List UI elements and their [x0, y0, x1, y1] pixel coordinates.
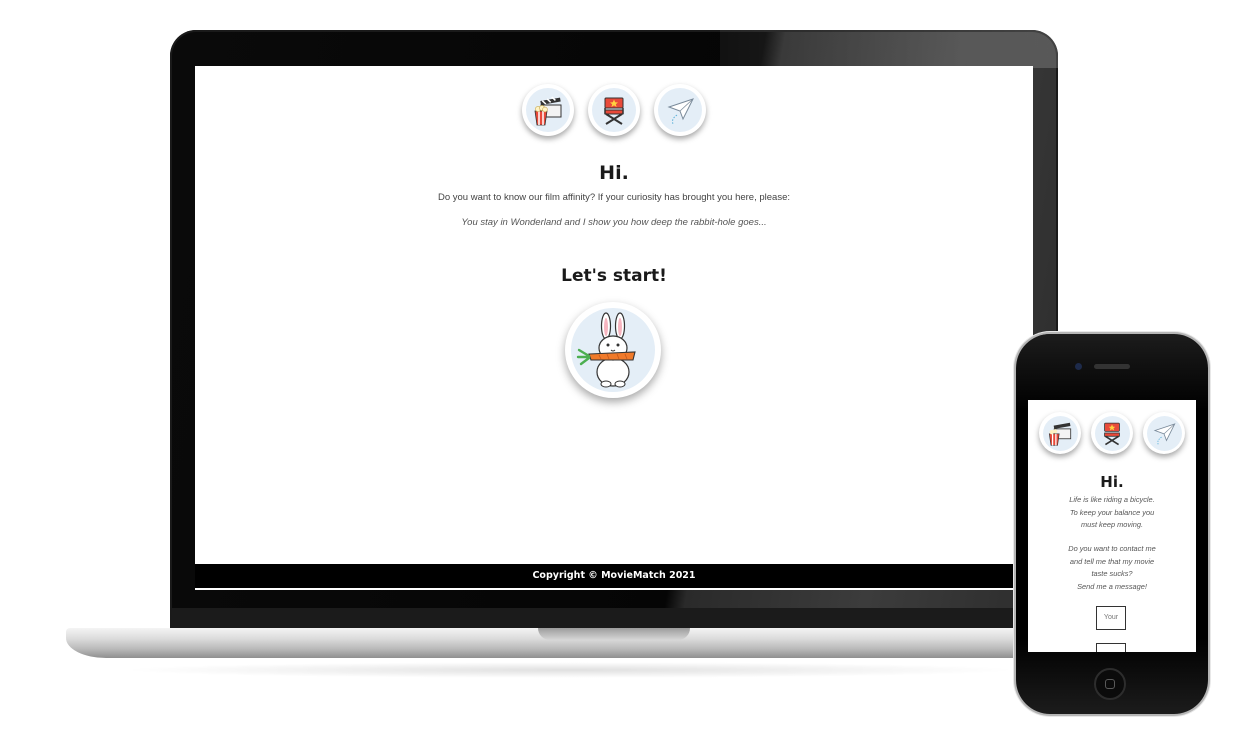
phone-contact-line: Do you want to contact me: [1068, 544, 1156, 553]
start-heading: Let's start!: [561, 266, 667, 286]
phone-contact-text: Do you want to contact me and tell me th…: [1054, 543, 1170, 593]
phone-contact-line: Send me a message!: [1077, 581, 1147, 591]
phone-home-button[interactable]: [1094, 668, 1126, 700]
phone-name-field[interactable]: Your: [1096, 606, 1126, 630]
phone-quote-line: Life is like riding a bicycle.: [1069, 495, 1155, 504]
phone-quote-line: must keep moving.: [1080, 520, 1144, 529]
laptop-notch: [538, 628, 690, 640]
intro-text: Do you want to know our film affinity? I…: [437, 192, 791, 203]
phone-camera: [1075, 363, 1082, 370]
director-chair-icon: [604, 97, 624, 125]
nav-movies-button[interactable]: [522, 84, 574, 136]
nav-icons: [195, 84, 1033, 136]
nav-director-button[interactable]: [588, 84, 640, 136]
phone-nav-icons: [1028, 412, 1196, 454]
phone-quote-text: Life is like riding a bicycle. To keep y…: [1054, 494, 1170, 532]
laptop-glare: [720, 30, 1058, 68]
footer: Copyright © MovieMatch 2021: [195, 564, 1033, 588]
device-mockup: Hi. Do you want to know our film affinit…: [0, 0, 1258, 739]
laptop-screen: Hi. Do you want to know our film affinit…: [195, 66, 1033, 590]
clapperboard-popcorn-icon: [1048, 422, 1072, 446]
phone-nav-contact-button[interactable]: [1143, 412, 1185, 454]
phone-contact-line: taste sucks?: [1091, 569, 1133, 578]
page-title: Hi.: [599, 162, 629, 184]
phone-screen: Hi. Life is like riding a bicycle. To ke…: [1028, 400, 1196, 652]
phone-nav-director-button[interactable]: [1091, 412, 1133, 454]
start-button[interactable]: [565, 302, 661, 398]
director-chair-icon: [1104, 422, 1120, 446]
phone-page-title: Hi.: [1100, 473, 1124, 491]
paper-plane-icon: [667, 98, 694, 125]
quote-text: You stay in Wonderland and I show you ho…: [461, 217, 767, 228]
clapperboard-popcorn-icon: [534, 96, 562, 126]
paper-plane-icon: [1153, 423, 1176, 445]
laptop-chin: [170, 608, 1058, 630]
phone-contact-line: and tell me that my movie: [1069, 556, 1155, 566]
phone-quote-line: To keep your balance you: [1069, 507, 1155, 517]
nav-contact-button[interactable]: [654, 84, 706, 136]
phone-email-field[interactable]: [1096, 643, 1126, 652]
rabbit-with-carrot-icon: [576, 312, 636, 388]
phone-speaker: [1094, 364, 1130, 369]
laptop-shadow: [120, 662, 1020, 678]
phone-nav-movies-button[interactable]: [1039, 412, 1081, 454]
